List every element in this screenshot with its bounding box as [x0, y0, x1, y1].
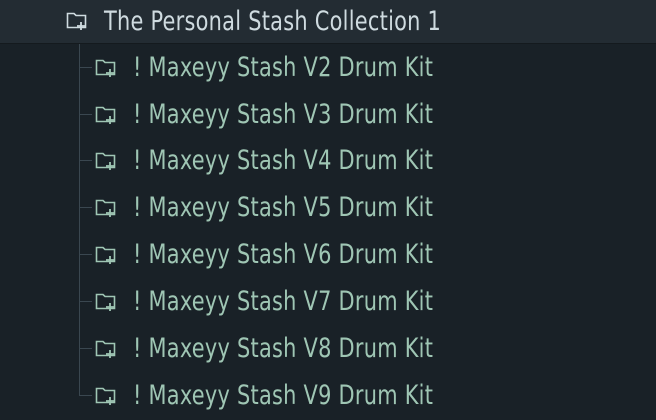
folder-plus-icon: [95, 57, 119, 79]
tree-item-label: ! Maxeyy Stash V8 Drum Kit: [133, 332, 434, 364]
tree-item-label: ! Maxeyy Stash V6 Drum Kit: [133, 238, 434, 270]
tree-item-child[interactable]: ! Maxeyy Stash V3 Drum Kit: [0, 91, 656, 137]
tree-item-child[interactable]: ! Maxeyy Stash V5 Drum Kit: [0, 184, 656, 230]
tree-item-child[interactable]: ! Maxeyy Stash V2 Drum Kit: [0, 44, 656, 90]
tree-branch-line: [79, 207, 92, 208]
tree-item-child[interactable]: ! Maxeyy Stash V9 Drum Kit: [0, 372, 656, 418]
tree-item-label: ! Maxeyy Stash V3 Drum Kit: [133, 98, 434, 130]
tree-item-personal-stash-collection[interactable]: The Personal Stash Collection 1: [0, 0, 656, 44]
tree-branch-line: [79, 160, 92, 161]
tree-item-label: ! Maxeyy Stash V4 Drum Kit: [133, 144, 434, 176]
folder-plus-icon: [95, 385, 119, 407]
folder-plus-icon: [95, 150, 119, 172]
tree-branch-line: [79, 301, 92, 302]
file-browser-tree: The Personal Stash Collection 1 ! Maxeyy…: [0, 0, 656, 420]
tree-item-child[interactable]: ! Maxeyy Stash V6 Drum Kit: [0, 231, 656, 277]
tree-branch-line: [79, 67, 92, 68]
tree-branch-line: [79, 395, 92, 396]
folder-plus-icon: [95, 197, 119, 219]
tree-item-label: ! Maxeyy Stash V7 Drum Kit: [133, 285, 434, 317]
folder-plus-icon: [95, 291, 119, 313]
tree-item-label: ! Maxeyy Stash V9 Drum Kit: [133, 379, 434, 411]
tree-item-child[interactable]: ! Maxeyy Stash V7 Drum Kit: [0, 278, 656, 324]
tree-item-label: The Personal Stash Collection 1: [104, 6, 442, 37]
tree-branch-line: [79, 348, 92, 349]
tree-item-label: ! Maxeyy Stash V2 Drum Kit: [133, 51, 434, 83]
tree-item-child[interactable]: ! Maxeyy Stash V4 Drum Kit: [0, 137, 656, 183]
folder-plus-icon: [95, 338, 119, 360]
tree-item-label: ! Maxeyy Stash V5 Drum Kit: [133, 191, 434, 223]
tree-branch-line: [79, 114, 92, 115]
folder-plus-icon: [66, 10, 90, 32]
tree-branch-line: [79, 254, 92, 255]
folder-plus-icon: [95, 104, 119, 126]
folder-plus-icon: [95, 244, 119, 266]
tree-item-child[interactable]: ! Maxeyy Stash V8 Drum Kit: [0, 325, 656, 371]
